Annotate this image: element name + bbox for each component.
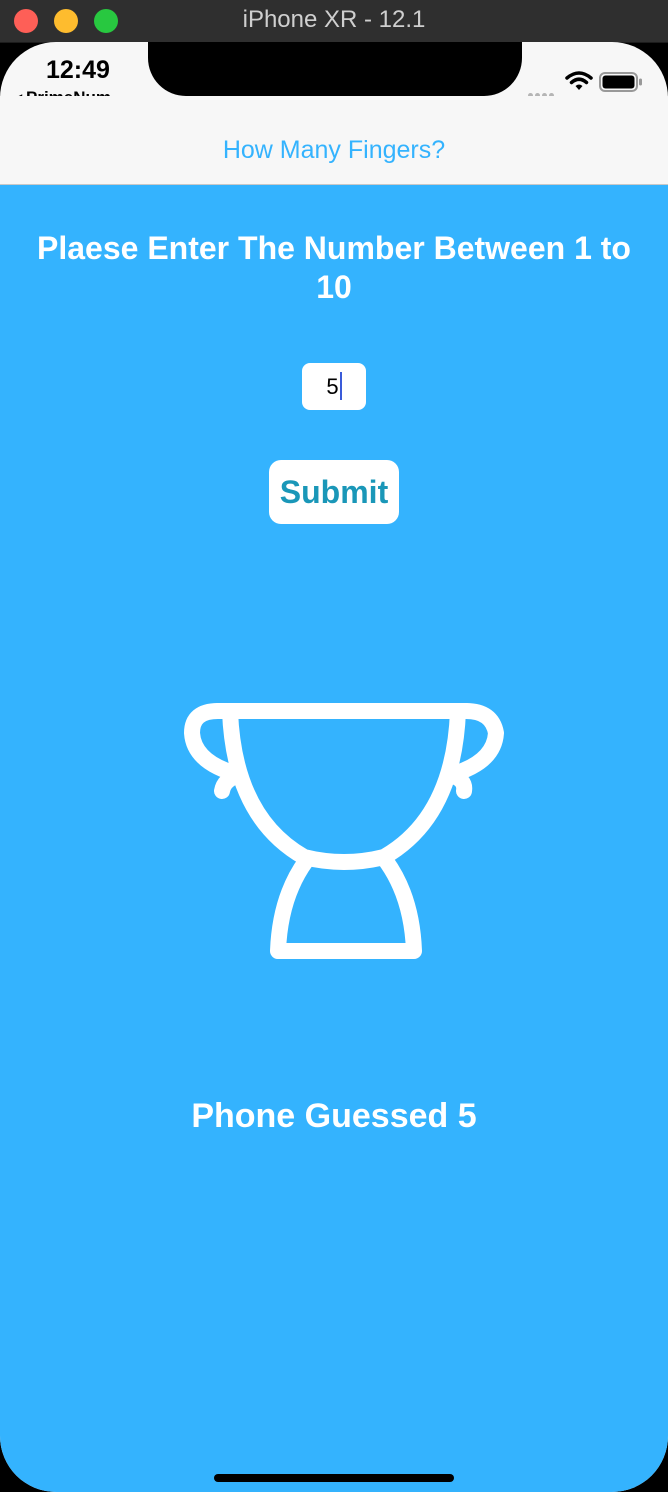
status-time: 12:49 <box>46 56 110 84</box>
navigation-bar: How Many Fingers? <box>0 96 668 185</box>
battery-icon <box>599 72 642 92</box>
submit-button[interactable]: Submit <box>269 460 399 524</box>
result-text: Phone Guessed 5 <box>191 1097 477 1135</box>
window-title: iPhone XR - 12.1 <box>242 6 426 33</box>
wifi-icon <box>565 71 593 90</box>
main-content: Plaese Enter The Number Between 1 to 10 … <box>0 185 668 1492</box>
trophy-icon <box>184 703 504 959</box>
prompt-text: Plaese Enter The Number Between 1 to 10 <box>37 230 631 305</box>
signal-icon <box>528 85 558 98</box>
number-input[interactable]: 5 <box>302 363 366 410</box>
home-indicator[interactable] <box>214 1474 454 1482</box>
number-input-value: 5 <box>326 374 339 399</box>
device-screen: 12:49 ◀PrimeNum... How Many Fingers? Pla… <box>0 42 668 1492</box>
device-notch <box>148 42 522 96</box>
window-titlebar: iPhone XR - 12.1 <box>0 0 668 43</box>
simulator-window: iPhone XR - 12.1 12:49 ◀PrimeNum... How … <box>0 0 668 1492</box>
nav-title: How Many Fingers? <box>222 136 446 164</box>
text-cursor <box>339 372 342 401</box>
